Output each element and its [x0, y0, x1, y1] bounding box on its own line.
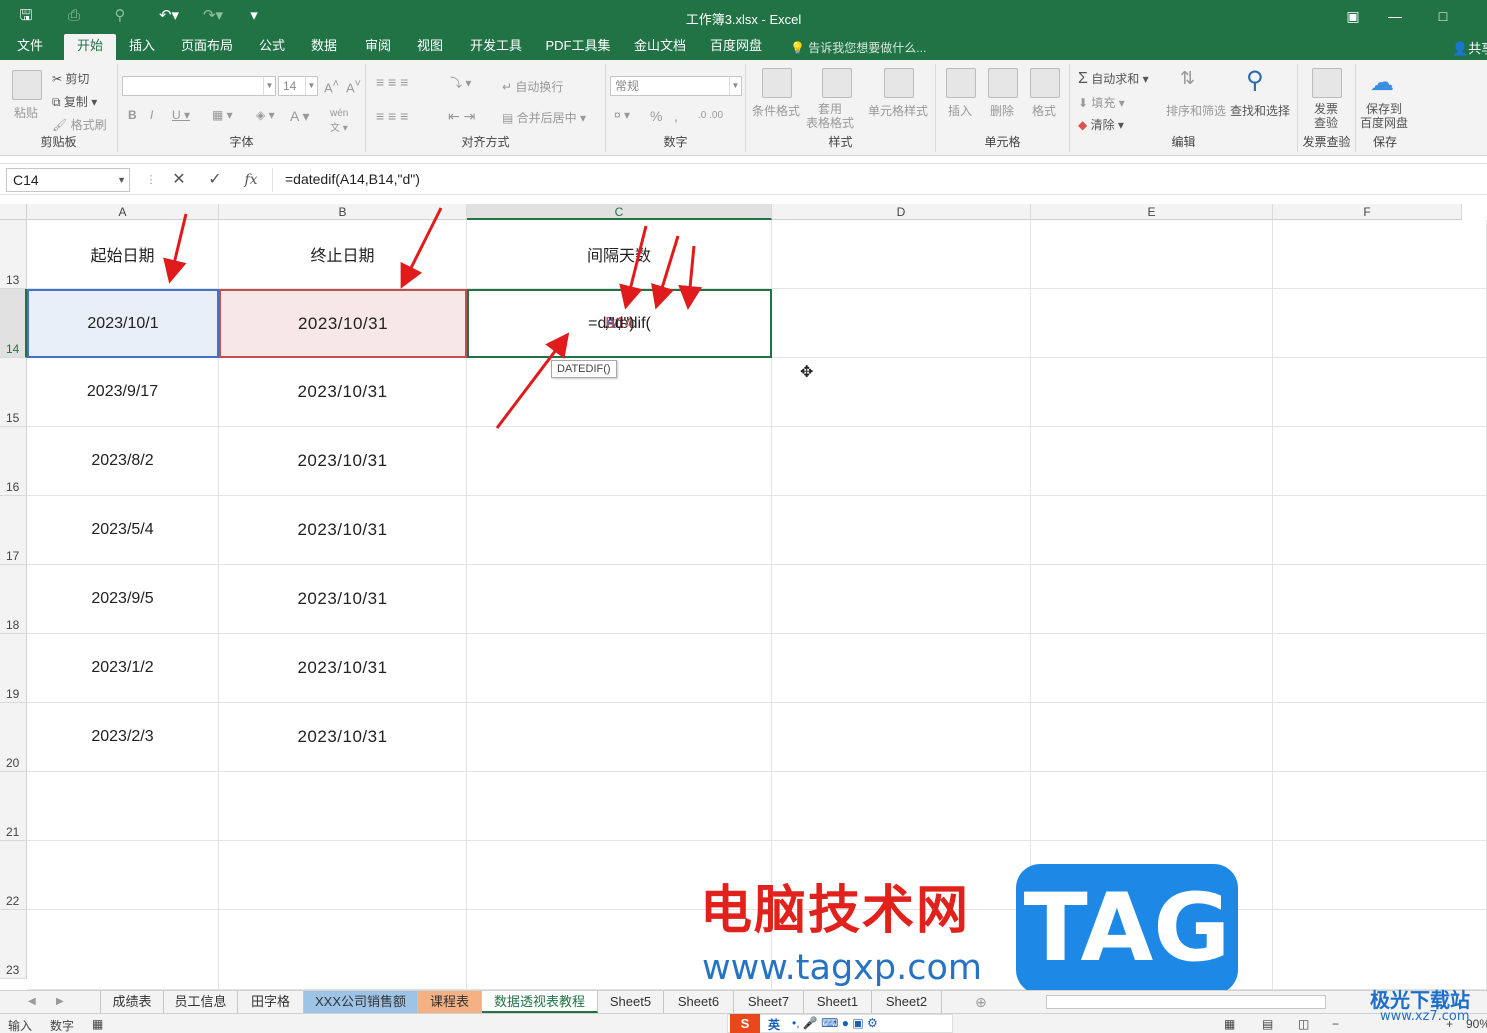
ime-lang[interactable]: 英	[768, 1016, 780, 1033]
arrow-to-formula	[495, 332, 570, 429]
arrow-to-a-header	[163, 213, 188, 284]
arrow-to-b-header	[400, 207, 443, 289]
page-break-view-icon[interactable]: ◫	[1298, 1017, 1309, 1031]
mode-indicator: 输入	[8, 1019, 33, 1033]
normal-view-icon[interactable]: ▦	[1224, 1017, 1235, 1031]
page-layout-view-icon[interactable]: ▤	[1262, 1017, 1273, 1031]
sheet-tab[interactable]: Sheet7	[734, 991, 804, 1013]
ime-toolbar: S 英 •, 🎤 ⌨ ● ▣ ⚙	[727, 1014, 953, 1033]
sheet-tab[interactable]: XXX公司销售额	[304, 991, 418, 1013]
arrow-to-ref-a	[619, 225, 648, 310]
sheet-tab[interactable]: Sheet1	[804, 991, 872, 1013]
watermark-url: www.tagxp.com	[702, 948, 982, 988]
sheet-tab[interactable]: 员工信息	[164, 991, 238, 1013]
num-indicator: 数字	[50, 1019, 75, 1033]
prev-sheet-icon[interactable]: ◀	[28, 991, 36, 1013]
sheet-tab[interactable]: 课程表	[418, 991, 482, 1013]
add-sheet-icon[interactable]: ⊕	[975, 991, 987, 1013]
arrow-to-ref-b	[651, 235, 680, 310]
ime-tools-icon[interactable]: •, 🎤 ⌨ ● ▣ ⚙	[792, 1016, 878, 1030]
macro-record-icon[interactable]: ▦	[92, 1017, 103, 1031]
ime-logo-icon[interactable]: S	[730, 1014, 760, 1033]
excel-window: 🖫 ⎙ ⚲ ↶▾ ↷▾ ▾ 工作簿3.xlsx - Excel ▣ — □ 文件…	[0, 0, 1487, 1033]
sheet-tab[interactable]: Sheet6	[664, 991, 734, 1013]
sheet-tab-active[interactable]: 数据透视表教程	[482, 991, 598, 1013]
watermark-tag-logo: TAG	[1016, 864, 1238, 994]
sheet-tab[interactable]: 田字格	[238, 991, 304, 1013]
sheet-tab-bar: ◀ ▶ 成绩表 员工信息 田字格 XXX公司销售额 课程表 数据透视表教程 Sh…	[0, 990, 1487, 1013]
sheet-tab[interactable]: 成绩表	[100, 991, 164, 1013]
sheet-tab[interactable]: Sheet5	[598, 991, 664, 1013]
watermark-url2: www.xz7.com	[1380, 1009, 1470, 1024]
arrow-to-criterion	[678, 245, 703, 310]
sheet-tab[interactable]: Sheet2	[872, 991, 942, 1013]
zoom-out-icon[interactable]: −	[1332, 1017, 1339, 1031]
horizontal-scrollbar[interactable]	[1046, 995, 1326, 1009]
next-sheet-icon[interactable]: ▶	[56, 991, 64, 1013]
watermark-site-name: 电脑技术网	[700, 881, 971, 941]
